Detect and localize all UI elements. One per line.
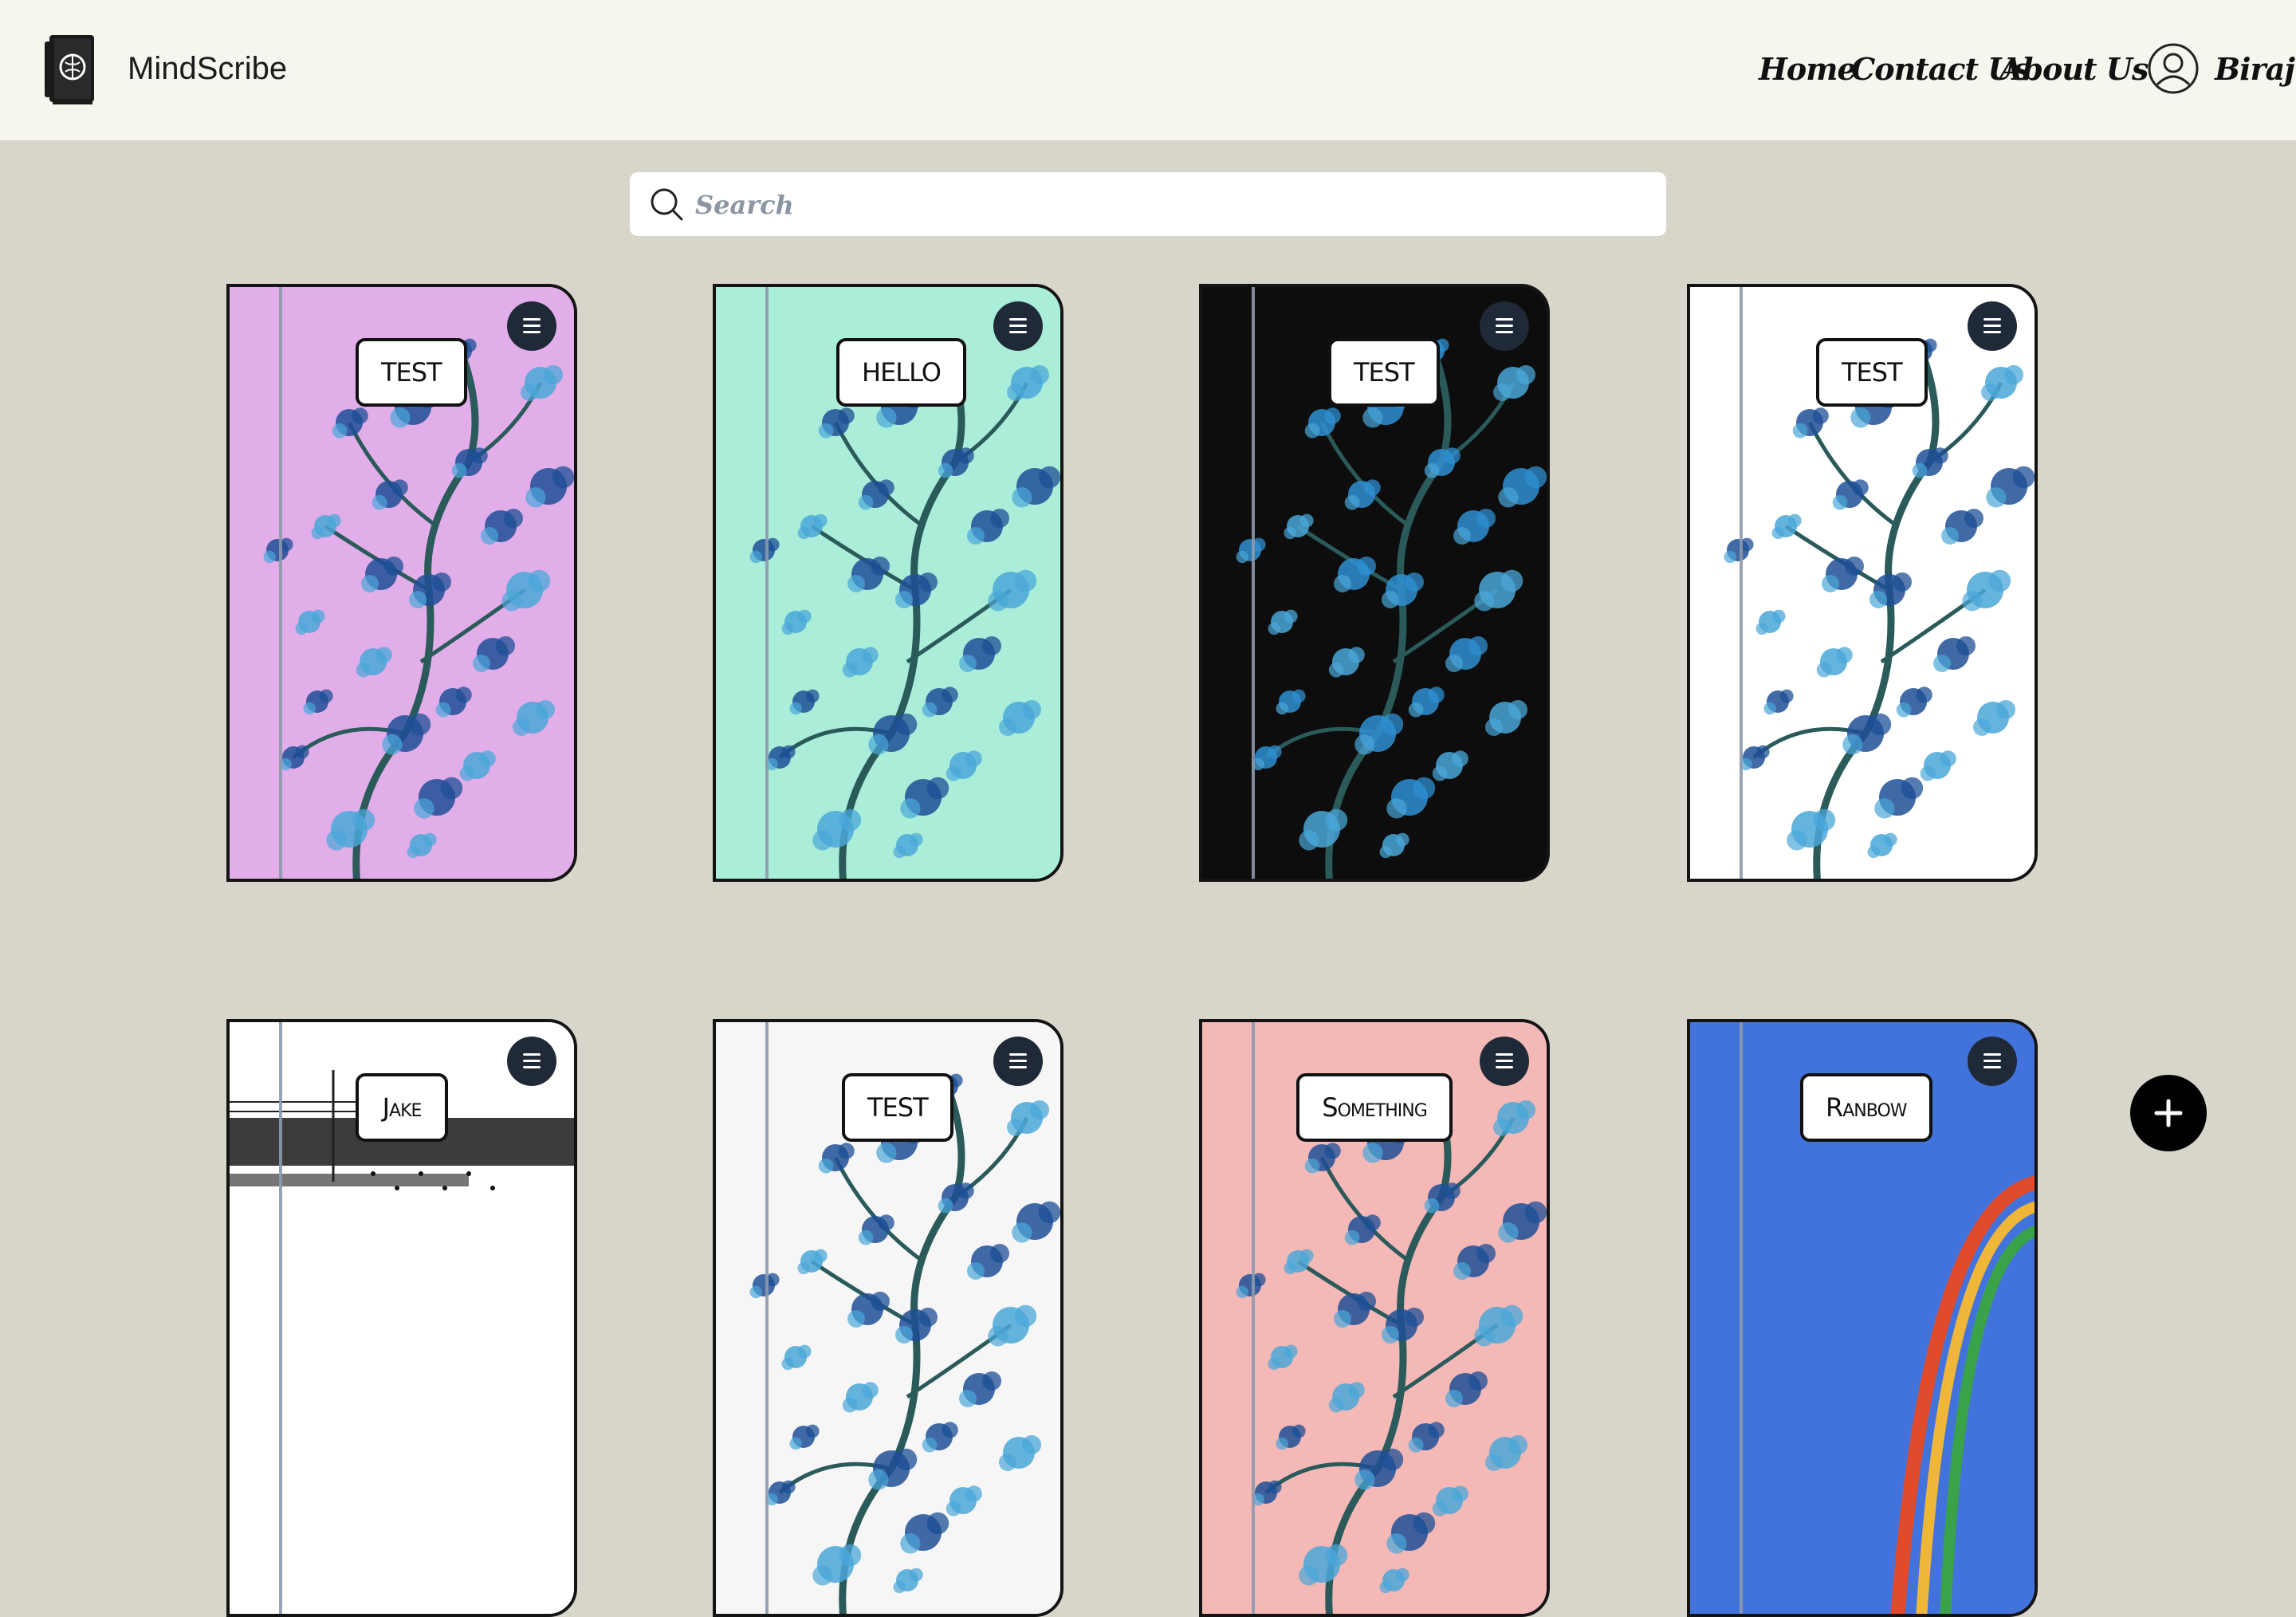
journal-card[interactable]: TEST — [226, 284, 577, 882]
search-input[interactable] — [694, 172, 1645, 238]
nav-home-link[interactable]: Home — [1759, 51, 1857, 87]
menu-icon[interactable] — [1968, 301, 2017, 351]
journal-spine — [279, 1022, 282, 1614]
journal-title: HELLO — [836, 338, 966, 407]
add-journal-button[interactable] — [2130, 1075, 2207, 1151]
journal-card[interactable]: TEST — [713, 1019, 1063, 1617]
menu-icon[interactable] — [993, 1037, 1043, 1086]
journal-card[interactable]: TEST — [1687, 284, 2038, 882]
journal-spine — [765, 1022, 769, 1614]
search-bar — [630, 172, 1666, 238]
nav-about-link[interactable]: About Us — [1999, 51, 2149, 87]
menu-icon[interactable] — [1968, 1037, 2017, 1086]
plus-icon — [2154, 1099, 2183, 1127]
username[interactable]: Biraj — [2215, 51, 2295, 87]
journal-title: Something — [1296, 1073, 1453, 1142]
journal-spine — [279, 287, 282, 879]
menu-icon[interactable] — [507, 1037, 556, 1086]
journal-card[interactable]: Ranbow — [1687, 1019, 2038, 1617]
app-title[interactable]: MindScribe — [128, 51, 287, 87]
menu-icon[interactable] — [993, 301, 1043, 351]
journal-spine — [1252, 287, 1255, 879]
journal-spine — [1740, 287, 1743, 879]
journal-card[interactable]: Something — [1199, 1019, 1550, 1617]
journal-spine — [765, 287, 769, 879]
journal-card[interactable]: Jake — [226, 1019, 577, 1617]
search-icon — [651, 188, 683, 221]
journal-spine — [1740, 1022, 1743, 1614]
user-avatar-icon[interactable] — [2148, 43, 2199, 94]
journal-title: TEST — [356, 338, 467, 407]
menu-icon[interactable] — [507, 301, 556, 351]
journal-spine — [1252, 1022, 1255, 1614]
journal-card[interactable]: TEST — [1199, 284, 1550, 882]
menu-icon[interactable] — [1480, 301, 1529, 351]
journal-title: TEST — [1816, 338, 1928, 407]
journal-title: Jake — [356, 1073, 448, 1142]
journal-title: TEST — [1328, 338, 1440, 407]
menu-icon[interactable] — [1480, 1037, 1529, 1086]
journal-card[interactable]: HELLO — [713, 284, 1063, 882]
top-navbar: MindScribe Home Contact Us About Us Bira… — [0, 0, 2296, 140]
journal-title: TEST — [842, 1073, 953, 1142]
journal-title: Ranbow — [1800, 1073, 1932, 1142]
brain-journal-logo-icon[interactable] — [41, 32, 99, 107]
